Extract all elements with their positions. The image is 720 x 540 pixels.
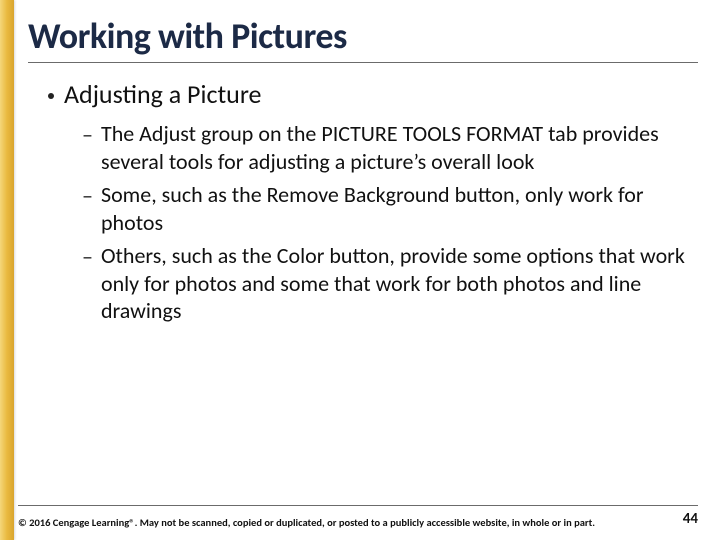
level2-text: Some, such as the Remove Background butt… [101,181,698,236]
list-item: – The Adjust group on the PICTURE TOOLS … [82,120,698,175]
dash-icon: – [82,182,93,210]
slide-content: Working with Pictures Adjusting a Pictur… [0,0,720,540]
footer-rule [18,505,698,506]
bullet-dot-icon [48,93,54,99]
level2-text: The Adjust group on the PICTURE TOOLS FO… [101,120,698,175]
level1-text: Adjusting a Picture [64,79,261,110]
list-item: – Others, such as the Color button, prov… [82,242,698,325]
list-item: Adjusting a Picture [48,79,698,110]
dash-icon: – [82,243,93,271]
copyright-text: © 2016 Cengage Learning®. May not be sca… [18,517,595,530]
slide-title: Working with Pictures [28,14,698,60]
footer: © 2016 Cengage Learning®. May not be sca… [0,505,720,540]
list-item: – Some, such as the Remove Background bu… [82,181,698,236]
sub-list: – The Adjust group on the PICTURE TOOLS … [48,120,698,325]
page-number: 44 [683,510,698,530]
level2-text: Others, such as the Color button, provid… [101,242,698,325]
title-underline [28,62,698,63]
dash-icon: – [82,121,93,149]
bullet-list: Adjusting a Picture – The Adjust group o… [28,79,698,325]
footer-inner: © 2016 Cengage Learning®. May not be sca… [18,510,698,530]
